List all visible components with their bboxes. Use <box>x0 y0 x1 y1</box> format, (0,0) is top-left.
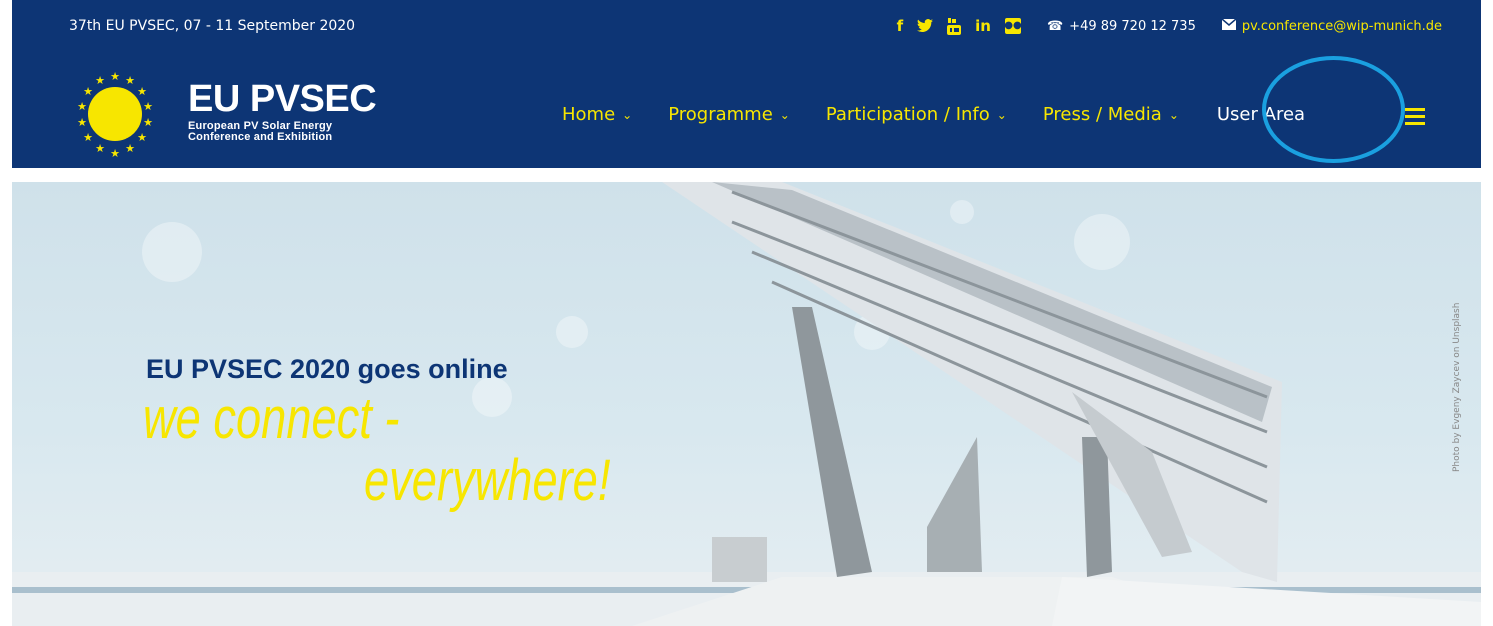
phone-contact[interactable]: ☎ +49 89 720 12 735 <box>1047 19 1196 34</box>
svg-text:★: ★ <box>77 116 87 129</box>
svg-text:★: ★ <box>137 131 147 144</box>
nav-press-label: Press / Media <box>1042 104 1162 125</box>
logo-subtitle: European PV Solar Energy Conference and … <box>188 121 332 143</box>
twitter-icon[interactable] <box>917 19 934 33</box>
chevron-down-icon: ⌄ <box>779 107 790 122</box>
logo-title: EU PVSEC <box>188 78 377 120</box>
topbar-contacts: f in ●● ☎ +49 89 720 12 735 pv.conferenc… <box>897 14 1442 38</box>
svg-text:★: ★ <box>125 74 135 87</box>
hamburger-icon[interactable] <box>1405 108 1425 126</box>
photo-credit: Photo by Evgeny Zaycev on Unsplash <box>1452 302 1462 472</box>
svg-text:★: ★ <box>143 116 153 129</box>
envelope-icon <box>1221 17 1237 34</box>
hero-banner: EU PVSEC 2020 goes online we connect - e… <box>12 182 1481 626</box>
email-link[interactable]: pv.conference@wip-munich.de <box>1242 19 1442 34</box>
svg-text:★: ★ <box>77 100 87 113</box>
flickr-icon[interactable]: ●● <box>1004 18 1022 34</box>
phone-number: +49 89 720 12 735 <box>1069 18 1196 34</box>
svg-text:★: ★ <box>95 74 105 87</box>
hero-title: EU PVSEC 2020 goes online <box>146 354 508 384</box>
site-logo[interactable]: ★ ★ ★ ★ ★ ★ ★ ★ ★ ★ ★ ★ ★ ★ EU PVSEC Eur… <box>72 68 382 160</box>
svg-text:★: ★ <box>137 85 147 98</box>
svg-text:★: ★ <box>95 142 105 155</box>
social-links: f in ●● <box>897 17 1022 35</box>
nav-programme-label: Programme <box>668 104 773 125</box>
hero-tagline-line1: we connect - <box>143 386 400 451</box>
event-date-text: 37th EU PVSEC, 07 - 11 September 2020 <box>69 18 356 34</box>
phone-icon: ☎ <box>1046 18 1064 34</box>
chevron-down-icon: ⌄ <box>1168 107 1179 122</box>
svg-text:★: ★ <box>83 85 93 98</box>
hero-tagline-line2: everywhere! <box>364 448 611 513</box>
youtube-icon[interactable] <box>947 17 962 35</box>
svg-text:★: ★ <box>125 142 135 155</box>
logo-subtitle-line2: Conference and Exhibition <box>188 131 333 143</box>
nav-participation-label: Participation / Info <box>825 104 990 125</box>
email-contact[interactable]: pv.conference@wip-munich.de <box>1221 17 1442 34</box>
linkedin-icon[interactable]: in <box>975 17 991 35</box>
highlight-circle <box>1262 56 1405 163</box>
main-nav: Home ⌄ Programme ⌄ Participation / Info … <box>562 104 1323 125</box>
nav-home[interactable]: Home ⌄ <box>562 104 632 125</box>
svg-text:★: ★ <box>143 100 153 113</box>
nav-home-label: Home <box>562 104 616 125</box>
chevron-down-icon: ⌄ <box>622 107 633 122</box>
sun-stars-icon: ★ ★ ★ ★ ★ ★ ★ ★ ★ ★ ★ ★ ★ ★ <box>77 70 153 160</box>
site-header: 37th EU PVSEC, 07 - 11 September 2020 f … <box>12 0 1481 168</box>
svg-text:★: ★ <box>110 70 120 83</box>
svg-text:★: ★ <box>83 131 93 144</box>
nav-participation-info[interactable]: Participation / Info ⌄ <box>826 104 1007 125</box>
facebook-icon[interactable]: f <box>897 17 904 35</box>
nav-press-media[interactable]: Press / Media ⌄ <box>1043 104 1179 125</box>
svg-text:★: ★ <box>110 147 120 160</box>
nav-programme[interactable]: Programme ⌄ <box>668 104 790 125</box>
chevron-down-icon: ⌄ <box>996 107 1007 122</box>
